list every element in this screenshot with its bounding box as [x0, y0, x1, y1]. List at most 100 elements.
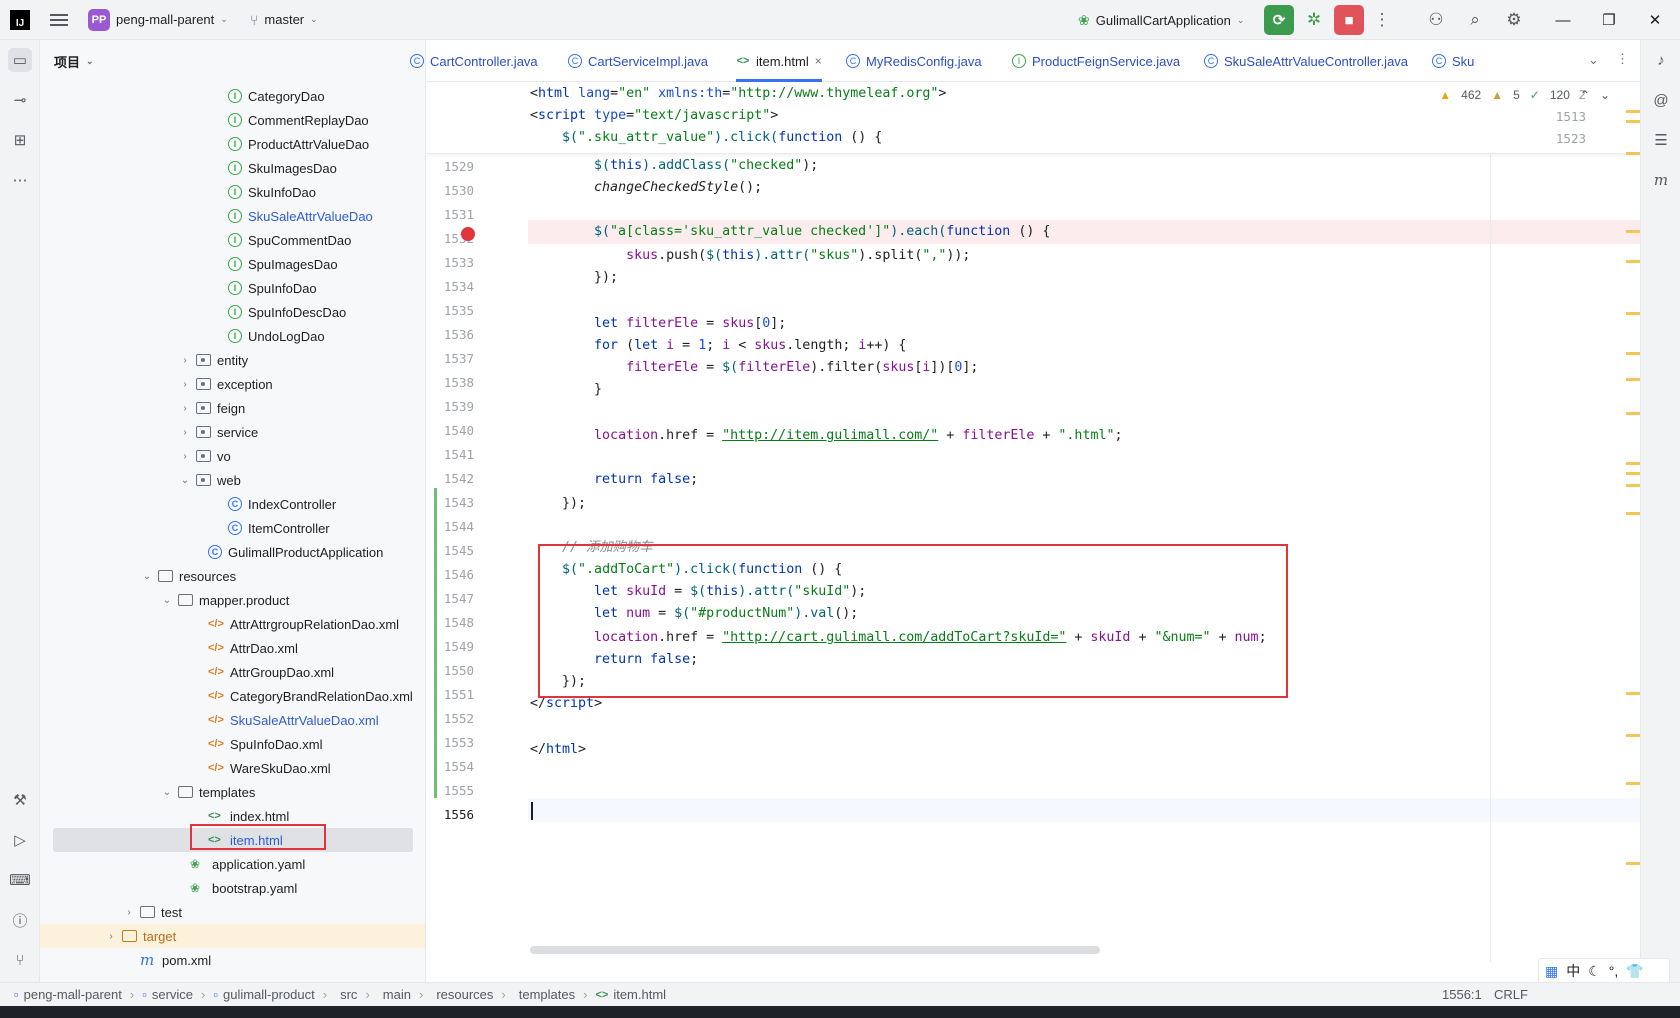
chevron-up-icon[interactable]: ⌃ [1580, 88, 1590, 102]
tree-item[interactable]: › target [40, 924, 425, 948]
tree-item[interactable]: › feign [40, 396, 425, 420]
punctuation-icon[interactable]: °, [1609, 963, 1619, 979]
main-menu-icon[interactable] [50, 11, 68, 29]
minimize-icon[interactable]: — [1540, 0, 1586, 40]
build-tool-icon[interactable]: ⚒ [8, 788, 32, 812]
error-stripe-mark[interactable] [1626, 378, 1640, 381]
inspection-widget[interactable]: ▲ 462 ▲ 5 ✓ 120 ⌃ ⌄ [1439, 88, 1610, 102]
error-stripe-mark[interactable] [1626, 312, 1640, 315]
chevron-right-icon[interactable]: › [178, 403, 192, 414]
editor-tab[interactable]: I ProductFeignService.java [1012, 40, 1180, 82]
moon-icon[interactable]: ☾ [1588, 963, 1601, 980]
error-stripe-mark[interactable] [1626, 484, 1640, 487]
error-stripe-mark[interactable] [1626, 352, 1640, 355]
tree-item[interactable]: </> CategoryBrandRelationDao.xml [40, 684, 425, 708]
chevron-right-icon[interactable]: › [178, 427, 192, 438]
tree-item[interactable]: ⌄ web [40, 468, 425, 492]
item-url-string[interactable]: "http://item.gulimall.com/" [722, 428, 938, 443]
chevron-right-icon[interactable]: › [104, 931, 118, 942]
tree-item[interactable]: </> AttrDao.xml [40, 636, 425, 660]
project-panel-header[interactable]: 项目 ⌄ [40, 40, 425, 82]
tree-item[interactable]: I CommentReplayDao [40, 108, 425, 132]
chevron-right-icon[interactable]: › [122, 907, 136, 918]
tree-item[interactable]: › service [40, 420, 425, 444]
notifications-bell-icon[interactable]: ♪ [1649, 48, 1673, 72]
shirt-icon[interactable]: 👕 [1626, 963, 1643, 980]
editor-tab[interactable]: C MyRedisConfig.java [846, 40, 982, 82]
tree-item[interactable]: ❀ bootstrap.yaml [40, 876, 425, 900]
tree-item[interactable]: </> WareSkuDao.xml [40, 756, 425, 780]
error-stripe-mark[interactable] [1626, 412, 1640, 415]
tree-item[interactable]: ⌄ templates [40, 780, 425, 804]
error-stripe-mark[interactable] [1626, 512, 1640, 515]
error-stripe-mark[interactable] [1626, 230, 1640, 233]
problems-tool-icon[interactable]: ⓘ [8, 908, 32, 932]
tree-item[interactable]: </> SkuSaleAttrValueDao.xml [40, 708, 425, 732]
tree-item[interactable]: C IndexController [40, 492, 425, 516]
intellij-logo-icon[interactable]: IJ [10, 10, 30, 30]
editor-tab[interactable]: <> item.html × [736, 40, 822, 82]
project-switcher[interactable]: PP peng-mall-parent ⌄ [88, 0, 228, 40]
error-stripe-mark[interactable] [1626, 260, 1640, 263]
error-stripe-mark[interactable] [1626, 120, 1640, 123]
caret-position[interactable]: 1556:1 [1442, 987, 1482, 1002]
chevron-right-icon[interactable]: › [178, 379, 192, 390]
tree-item[interactable]: </> AttrGroupDao.xml [40, 660, 425, 684]
error-stripe-mark[interactable] [1626, 152, 1640, 155]
add-user-icon[interactable]: ⚇ [1425, 9, 1447, 31]
error-stripe-mark[interactable] [1626, 862, 1640, 865]
branch-switcher[interactable]: ⑂ master ⌄ [250, 0, 318, 40]
tree-item[interactable]: › vo [40, 444, 425, 468]
breadcrumb-item[interactable]: ▫ peng-mall-parent [14, 987, 122, 1002]
chevron-down-icon[interactable]: ⌄ [160, 787, 174, 798]
tree-item[interactable]: I SpuInfoDao [40, 276, 425, 300]
error-stripe-mark[interactable] [1626, 734, 1640, 737]
tree-item[interactable]: I SkuSaleAttrValueDao [40, 204, 425, 228]
tree-item[interactable]: I CategoryDao [40, 84, 425, 108]
editor-tab[interactable]: C Sku [1432, 40, 1474, 82]
breadcrumb-item[interactable]: main [378, 987, 411, 1002]
code-editor[interactable]: 1529 1530 1531 1532 1533 1534 1535 1536 1537 1538… [426, 82, 1640, 962]
tree-item[interactable]: I SkuInfoDao [40, 180, 425, 204]
rerun-button[interactable]: ⟳ [1264, 5, 1294, 35]
terminal-tool-icon[interactable]: ⌨ [8, 868, 32, 892]
tree-item[interactable]: I ProductAttrValueDao [40, 132, 425, 156]
close-icon[interactable]: ✕ [1632, 0, 1678, 40]
tree-item[interactable]: › exception [40, 372, 425, 396]
error-stripe-mark[interactable] [1626, 782, 1640, 785]
stop-button[interactable]: ■ [1334, 5, 1364, 35]
tree-item[interactable]: › entity [40, 348, 425, 372]
services-tool-icon[interactable]: ▷ [8, 828, 32, 852]
more-actions-icon[interactable]: ⋮ [1371, 9, 1393, 31]
ime-grid-icon[interactable]: ▦ [1545, 963, 1558, 980]
error-stripe-mark[interactable] [1626, 472, 1640, 475]
git-tool-icon[interactable]: ⑂ [8, 948, 32, 972]
editor-tab[interactable]: C CartServiceImpl.java [568, 40, 708, 82]
tree-item[interactable]: ⌄ resources [40, 564, 425, 588]
commit-tool-icon[interactable]: ⊸ [8, 88, 32, 112]
breadcrumb-item[interactable]: ▫ service [142, 987, 193, 1002]
close-tab-icon[interactable]: × [815, 54, 822, 68]
editor-tab[interactable]: C CartController.java [410, 40, 538, 82]
tree-item[interactable]: C GulimallProductApplication [40, 540, 425, 564]
tree-item[interactable]: I UndoLogDao [40, 324, 425, 348]
tree-item[interactable]: ❀ application.yaml [40, 852, 425, 876]
ime-toolbar[interactable]: ▦ 中 ☾ °, 👕 [1538, 958, 1670, 984]
breadcrumb-item[interactable]: ▫ gulimall-product [213, 987, 314, 1002]
tree-item[interactable]: m pom.xml [40, 948, 425, 972]
breadcrumb-item[interactable]: src [335, 987, 357, 1002]
chevron-down-icon[interactable]: ⌄ [160, 595, 174, 606]
tab-more-options-icon[interactable]: ⋮ [1616, 51, 1629, 67]
search-icon[interactable]: ⌕ [1464, 9, 1486, 31]
settings-gear-icon[interactable]: ⚙ [1503, 9, 1525, 31]
chevron-down-icon[interactable]: ⌄ [1600, 88, 1610, 102]
structure-tool-icon[interactable]: ⊞ [8, 128, 32, 152]
database-icon[interactable]: ☰ [1649, 128, 1673, 152]
error-stripe-mark[interactable] [1626, 462, 1640, 465]
vcs-change-marker[interactable] [434, 488, 437, 798]
breadcrumb-item[interactable]: templates [514, 987, 575, 1002]
breakpoint-icon[interactable] [461, 227, 475, 241]
tree-item[interactable]: I SkuImagesDao [40, 156, 425, 180]
maven-tool-icon[interactable]: m [1649, 168, 1673, 192]
chevron-down-icon[interactable]: ⌄ [178, 475, 192, 486]
